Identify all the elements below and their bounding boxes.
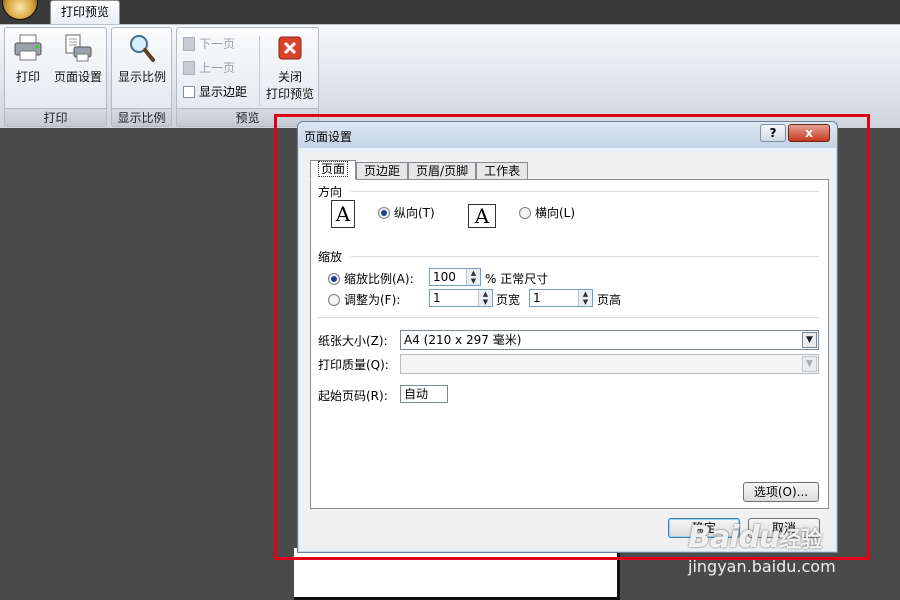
watermark: Baidu经验 jingyan.baidu.com — [688, 520, 888, 576]
fit-to-label: 调整为(F): — [344, 293, 401, 307]
next-page-label: 下一页 — [199, 37, 236, 51]
pages-tall-spinner[interactable]: 1 ▲ ▼ — [529, 289, 593, 307]
portrait-icon: A — [331, 200, 355, 228]
watermark-brand-suffix: 经验 — [779, 528, 822, 553]
previous-page-icon — [183, 61, 195, 75]
pages-tall-label: 页高 — [597, 293, 622, 307]
normal-size-label: % 正常尺寸 — [485, 272, 549, 286]
ribbon-divider — [259, 36, 260, 106]
spinner-arrows-icon[interactable]: ▲ ▼ — [578, 290, 592, 306]
adjust-to-option[interactable]: 缩放比例(A): — [328, 270, 414, 287]
tab-sheet[interactable]: 工作表 — [476, 162, 529, 180]
print-button[interactable]: 打印 — [11, 32, 45, 85]
pages-wide-value: 1 — [433, 291, 441, 305]
page-tab-panel: 方向 A 纵向(T) A 横向(L) 缩放 缩放比例(A): 100 ▲ ▼ %… — [310, 179, 829, 509]
printer-icon — [12, 32, 44, 64]
portrait-label: 纵向(T) — [394, 206, 435, 220]
portrait-radio-option[interactable]: 纵向(T) — [378, 204, 435, 221]
pages-tall-value: 1 — [533, 291, 541, 305]
orientation-divider — [351, 191, 819, 192]
chevron-down-icon[interactable]: ▼ — [802, 356, 817, 372]
landscape-radio[interactable] — [519, 206, 531, 219]
watermark-url: jingyan.baidu.com — [688, 557, 836, 576]
chevron-down-icon[interactable]: ▼ — [802, 332, 817, 348]
zoom-button-label: 显示比例 — [117, 70, 166, 84]
show-margins-toggle[interactable]: 显示边距 — [183, 82, 247, 102]
tab-page-label: 页面 — [318, 161, 349, 177]
paper-size-select[interactable]: A4 (210 x 297 毫米) ▼ — [400, 330, 819, 350]
ribbon: 打印 页面设置 打印 显示比例 显示比例 下一页 上一页 显示边距 关闭 打印预… — [0, 24, 900, 128]
next-page-icon — [183, 37, 195, 51]
close-preview-label-line1: 关闭 — [277, 70, 302, 84]
scale-percent-spinner[interactable]: 100 ▲ ▼ — [429, 268, 481, 286]
page-setup-dialog: 页面设置 ? x 页面 页边距 页眉/页脚 工作表 方向 A 纵向(T) A 横… — [297, 121, 838, 553]
scaling-divider — [351, 256, 819, 257]
pages-wide-label: 页宽 — [496, 293, 521, 307]
previous-page-button[interactable]: 上一页 — [183, 58, 235, 78]
dialog-tabs: 页面 页边距 页眉/页脚 工作表 — [310, 160, 529, 180]
ribbon-group-preview: 下一页 上一页 显示边距 关闭 打印预览 预览 — [176, 27, 319, 127]
spinner-arrows-icon[interactable]: ▲ ▼ — [466, 269, 480, 285]
office-button-icon[interactable] — [2, 0, 38, 20]
dialog-body: 页面 页边距 页眉/页脚 工作表 方向 A 纵向(T) A 横向(L) 缩放 缩… — [304, 152, 833, 548]
page-setup-button-label: 页面设置 — [53, 70, 102, 84]
dialog-title-bar[interactable]: 页面设置 ? x — [298, 122, 837, 148]
tab-header-footer[interactable]: 页眉/页脚 — [408, 162, 477, 180]
close-preview-label-line2: 打印预览 — [265, 87, 314, 101]
paper-size-value: A4 (210 x 297 毫米) — [404, 333, 522, 347]
watermark-brand: Baidu经验 — [688, 520, 888, 555]
spinner-arrows-icon[interactable]: ▲ ▼ — [478, 290, 492, 306]
watermark-brand-text: Baidu — [688, 520, 780, 555]
paper-size-label: 纸张大小(Z): — [318, 334, 388, 348]
scaling-label: 缩放 — [318, 250, 343, 264]
ribbon-group-print: 打印 页面设置 打印 — [4, 27, 107, 127]
dialog-close-button[interactable]: x — [788, 124, 830, 142]
adjust-to-label: 缩放比例(A): — [344, 272, 414, 286]
landscape-label: 横向(L) — [535, 206, 576, 220]
ribbon-group-label-zoom: 显示比例 — [112, 108, 171, 126]
portrait-radio[interactable] — [378, 206, 390, 219]
magnifier-icon — [126, 32, 158, 64]
ribbon-group-label-print: 打印 — [5, 108, 106, 126]
next-page-button[interactable]: 下一页 — [183, 34, 235, 54]
options-button[interactable]: 选项(O)... — [743, 482, 819, 502]
pages-wide-spinner[interactable]: 1 ▲ ▼ — [429, 289, 493, 307]
dialog-title: 页面设置 — [304, 130, 353, 144]
print-button-label: 打印 — [15, 70, 40, 84]
show-margins-checkbox[interactable] — [183, 86, 195, 98]
title-bar: 打印预览 — [0, 0, 900, 24]
close-preview-button[interactable]: 关闭 打印预览 — [263, 32, 317, 102]
tab-page[interactable]: 页面 — [310, 160, 357, 180]
print-quality-label: 打印质量(Q): — [318, 358, 389, 372]
landscape-icon: A — [468, 204, 496, 228]
fit-to-radio[interactable] — [328, 293, 340, 306]
preview-page — [294, 548, 620, 600]
orientation-label: 方向 — [318, 185, 343, 199]
page-setup-button[interactable]: 页面设置 — [51, 32, 105, 85]
tab-print-preview[interactable]: 打印预览 — [50, 0, 120, 24]
print-quality-select[interactable]: ▼ — [400, 354, 819, 374]
first-page-number-input[interactable]: 自动 — [400, 385, 448, 403]
zoom-button[interactable]: 显示比例 — [115, 32, 169, 85]
scale-percent-value: 100 — [433, 270, 456, 284]
fit-to-option[interactable]: 调整为(F): — [328, 291, 400, 308]
ribbon-group-zoom: 显示比例 显示比例 — [111, 27, 172, 127]
scaling-bottom-divider — [318, 317, 819, 318]
close-icon — [274, 32, 306, 64]
previous-page-label: 上一页 — [199, 61, 236, 75]
show-margins-label: 显示边距 — [199, 85, 248, 99]
first-page-number-label: 起始页码(R): — [318, 389, 388, 403]
adjust-to-radio[interactable] — [328, 272, 340, 285]
tab-margins[interactable]: 页边距 — [356, 162, 409, 180]
landscape-radio-option[interactable]: 横向(L) — [519, 204, 575, 221]
page-setup-icon — [62, 32, 94, 64]
help-button[interactable]: ? — [760, 124, 786, 142]
